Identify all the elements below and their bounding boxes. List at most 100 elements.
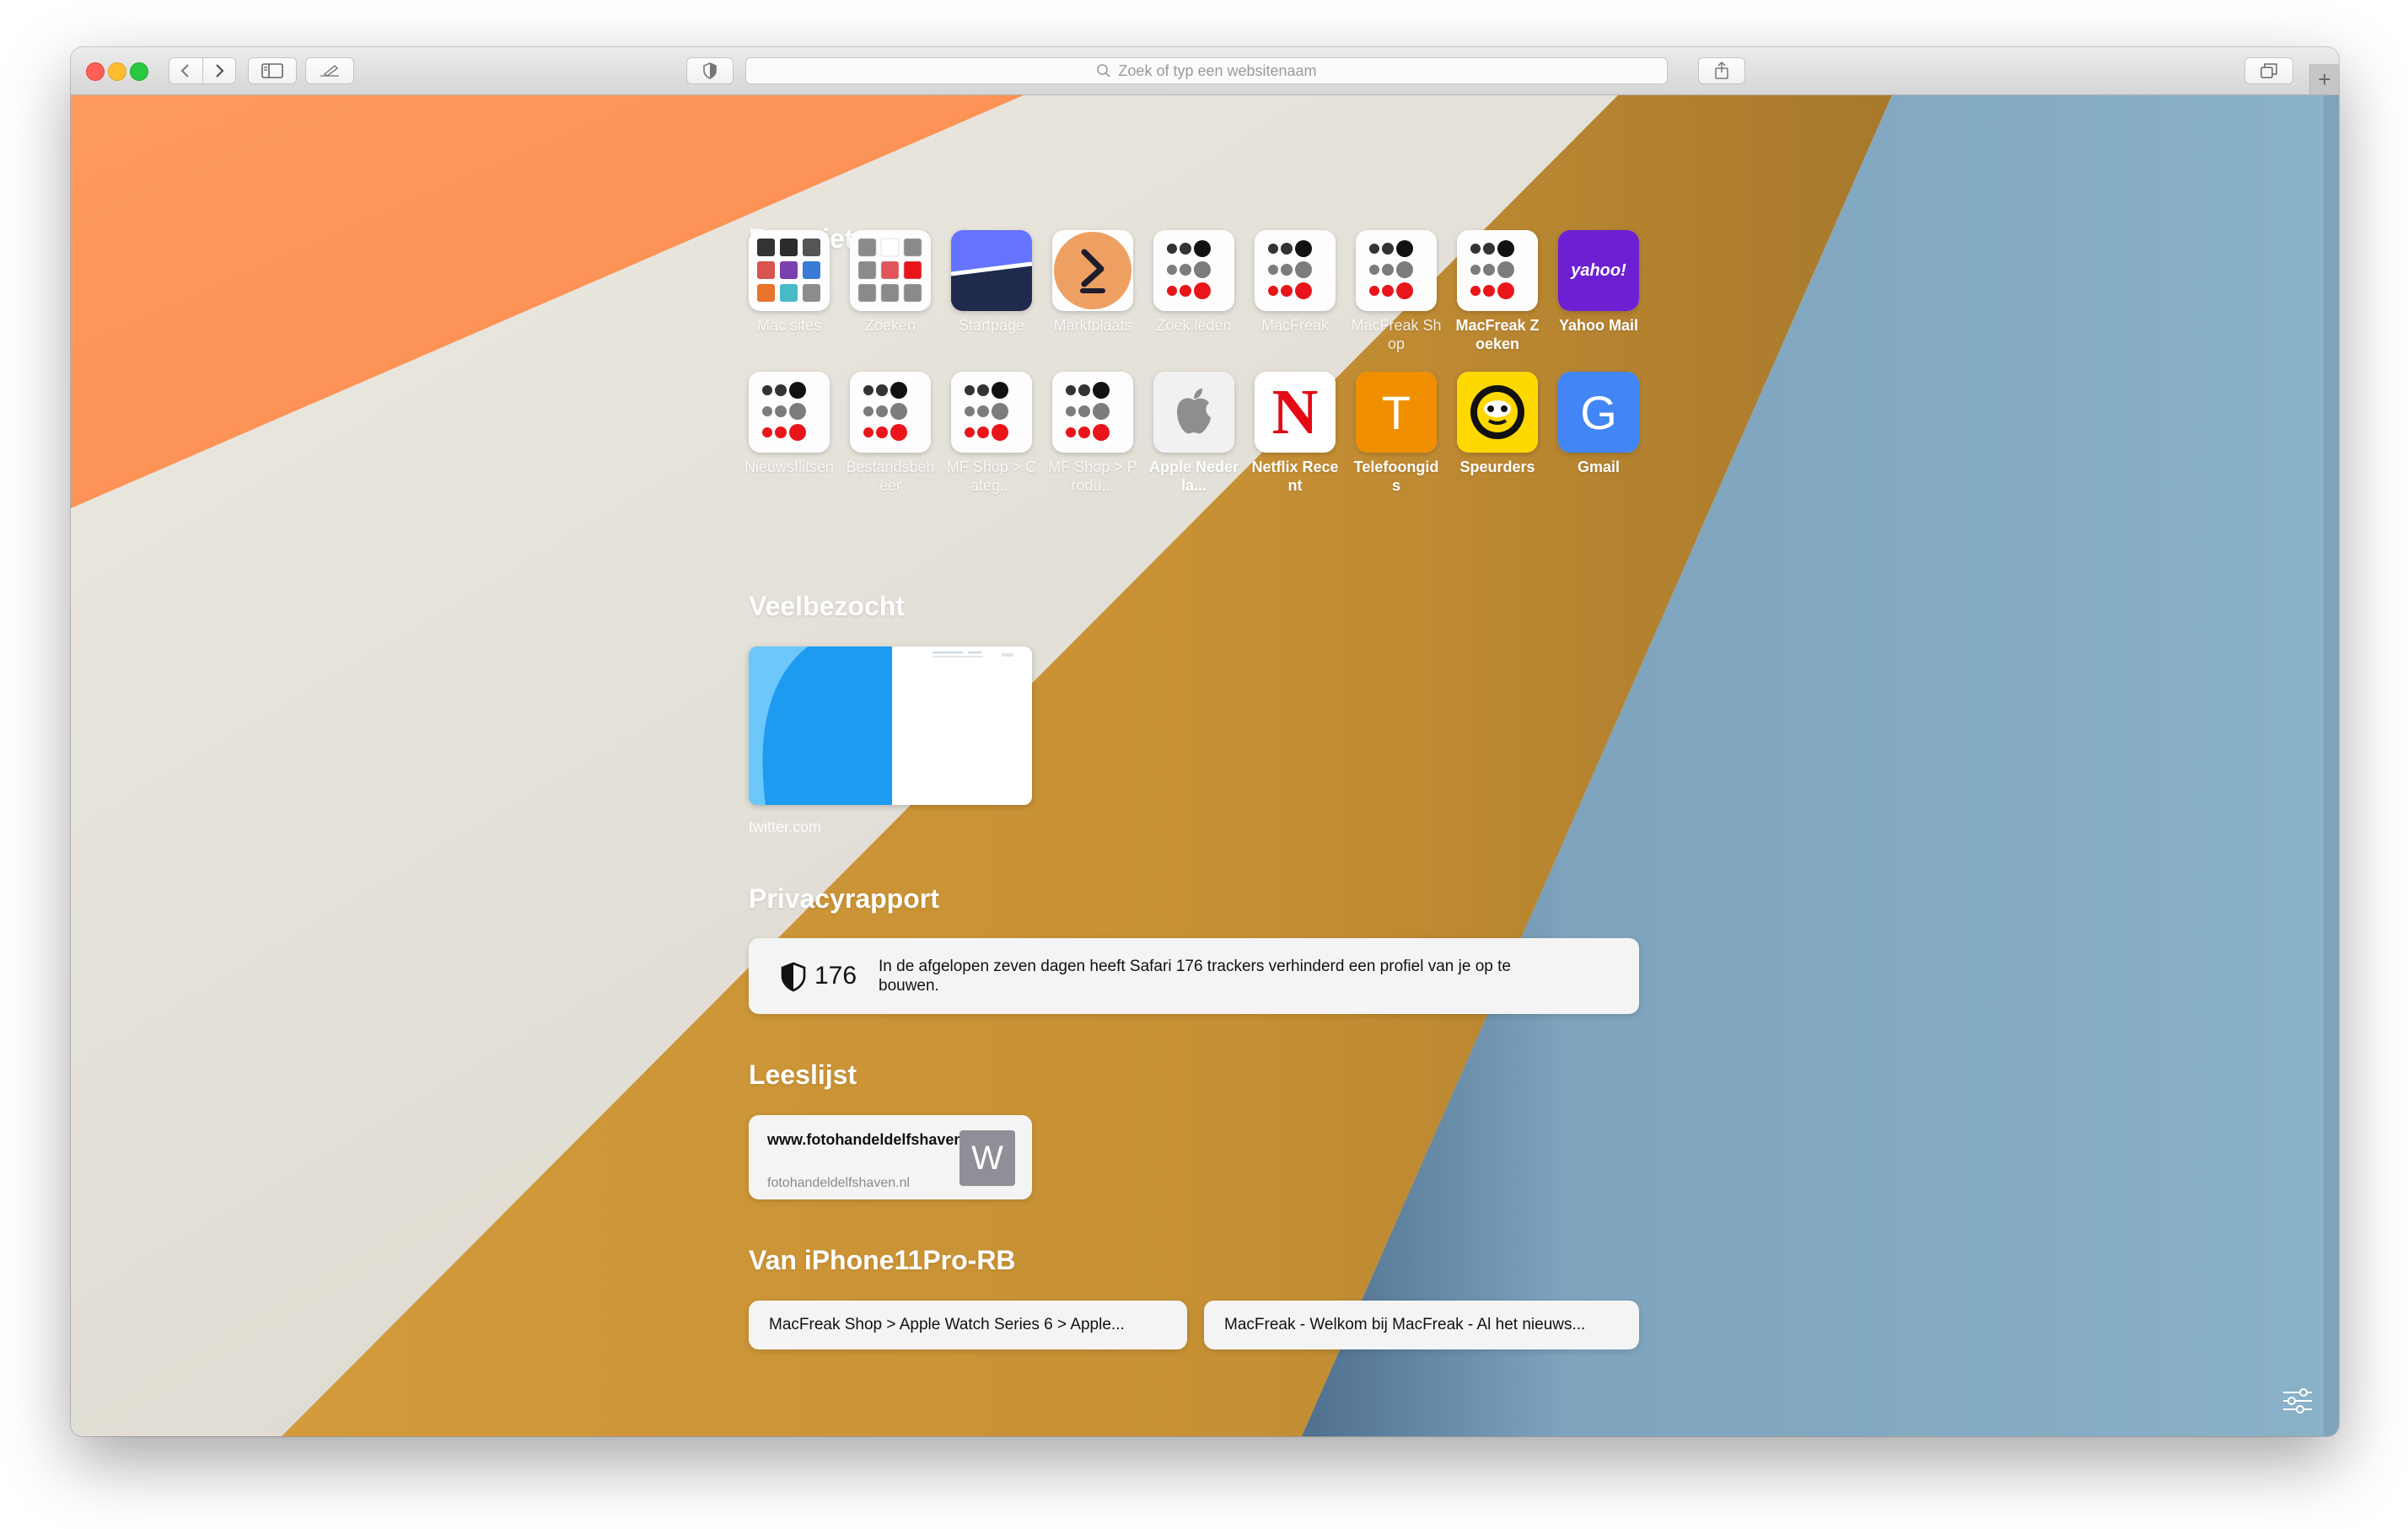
frequent-heading: Veelbezocht [749,591,905,621]
favorite-item[interactable]: Mac sites [743,230,836,335]
share-button[interactable] [1698,57,1745,84]
shield-icon [781,962,806,992]
favorite-label: MacFreak Zoeken [1455,317,1540,352]
customize-settings-icon[interactable] [2282,1387,2314,1414]
favorite-label: Yahoo Mail [1558,317,1639,334]
favorite-label: Netflix Recent [1251,459,1339,494]
tabs-overview-button[interactable] [2244,57,2293,84]
frequent-site-thumbnail[interactable] [749,646,1032,805]
privacy-message: In de afgelopen zeven dagen heeft Safari… [879,958,1511,995]
favorite-item[interactable]: Zoeken [844,230,937,335]
favorite-item[interactable]: MF Shop > Produ... [1046,372,1139,495]
apple-icon [1153,372,1234,453]
close-button[interactable] [86,62,105,81]
reading-list-heading: Leeslijst [749,1060,857,1090]
scrollbar-track[interactable] [2324,95,2339,1436]
reading-item-title: www.fotohandeldelfshaven.nl [767,1131,981,1148]
favorite-item[interactable]: Nieuwsflitsen [743,372,836,476]
privacy-button[interactable] [686,57,734,84]
letter-g-icon: G [1558,372,1639,453]
macfreak-dots-icon [1356,230,1437,311]
favorite-item[interactable]: MacFreak Zoeken [1451,230,1544,353]
favorite-item[interactable]: MacFreak Shop [1350,230,1443,353]
marktplaats-icon [1052,230,1133,311]
favorite-label: MF Shop > Categ... [946,459,1037,494]
favorite-item[interactable]: Speurders [1451,372,1544,476]
sidebar-button[interactable] [248,57,297,84]
device-tab-title: MacFreak Shop > Apple Watch Series 6 > A… [769,1316,1125,1333]
start-page: Favorieten Mac sitesZoekenStartpageMarkt… [71,95,2339,1436]
favorite-item[interactable]: T Telefoongids [1350,372,1443,495]
tabs-icon [2260,63,2277,78]
reading-item-url: fotohandeldelfshaven.nl [767,1176,911,1190]
privacy-report-card[interactable]: 176 In de afgelopen zeven dagen heeft Sa… [749,938,1639,1014]
favorite-item[interactable]: Zoek leden [1148,230,1240,335]
device-tab-title: MacFreak - Welkom bij MacFreak - Al het … [1224,1316,1586,1333]
letter-t-icon: T [1356,372,1437,453]
folder-letters-icon [850,230,931,311]
favorite-item[interactable]: Apple Nederla... [1148,372,1240,495]
reading-list-button[interactable] [305,57,354,84]
back-button[interactable] [169,58,203,83]
yahoo-icon: yahoo! [1558,230,1639,311]
favorite-item[interactable]: MF Shop > Categ... [945,372,1038,495]
frequent-site-caption[interactable]: twitter.com [749,818,821,836]
reading-list-item[interactable]: www.fotohandeldelfshaven.nl fotohandelde… [749,1115,1032,1199]
favorite-label: Zoek leden [1156,317,1232,334]
macfreak-dots-icon [1457,230,1538,311]
favorite-label: MF Shop > Produ... [1048,459,1137,494]
favorite-label: Startpage [958,317,1025,334]
speurders-icon [1457,372,1538,453]
privacy-heading: Privacyrapport [749,883,939,914]
safari-window: Zoek of typ een websitenaam + Mac sites … [71,47,2339,1436]
favorite-label: Marktplaats [1053,317,1132,334]
favorite-label: Gmail [1577,459,1621,475]
share-icon [1715,62,1728,79]
chevron-left-icon [180,64,189,78]
netflix-icon: N [1255,372,1336,453]
macfreak-dots-icon [1153,230,1234,311]
device-tab-item[interactable]: MacFreak Shop > Apple Watch Series 6 > A… [749,1301,1187,1349]
favorite-label: Zoeken [864,317,916,334]
shield-icon [703,62,717,79]
pencil-icon [320,65,339,77]
search-icon [1097,64,1111,78]
folder-grid-icon [749,230,830,311]
startpage-icon [951,230,1032,311]
favorite-item[interactable]: Startpage [945,230,1038,335]
sidebar-icon [261,63,283,78]
address-placeholder: Zoek of typ een websitenaam [1118,62,1317,79]
favorite-label: Speurders [1459,459,1535,475]
twitter-thumbnail-preview [749,646,1032,805]
zoom-button[interactable] [130,62,148,81]
favorite-label: Nieuwsflitsen [744,459,835,475]
chevron-right-icon [216,64,224,78]
favorite-item[interactable]: G Gmail [1552,372,1645,476]
toolbar: Zoek of typ een websitenaam + [71,47,2339,95]
new-tab-button[interactable]: + [2309,64,2339,94]
favorite-item[interactable]: MacFreak [1249,230,1341,335]
favorite-label: Apple Nederla... [1148,459,1239,494]
tracker-count: 176 [814,962,857,990]
navigation-buttons [169,57,236,84]
forward-button[interactable] [203,58,236,83]
address-bar[interactable]: Zoek of typ een websitenaam [745,57,1668,84]
favorite-item[interactable]: yahoo! Yahoo Mail [1552,230,1645,335]
device-tabs-heading: Van iPhone11Pro-RB [749,1245,1016,1275]
favorite-label: MacFreak Shop [1351,317,1442,352]
favorite-label: Telefoongids [1353,459,1439,494]
reading-item-letter-icon: W [959,1130,1015,1186]
favorite-item[interactable]: Marktplaats [1046,230,1139,335]
favorite-label: Mac sites [756,317,822,334]
favorite-label: Bestandsbeheer [846,459,935,494]
device-tab-item[interactable]: MacFreak - Welkom bij MacFreak - Al het … [1204,1301,1639,1349]
favorite-item[interactable]: N Netflix Recent [1249,372,1341,495]
macfreak-dots-icon [749,372,830,453]
macfreak-dots-icon [951,372,1032,453]
favorite-label: MacFreak [1260,317,1329,334]
macfreak-dots-icon [1052,372,1133,453]
macfreak-dots-icon [1255,230,1336,311]
favorite-item[interactable]: Bestandsbeheer [844,372,937,495]
minimize-button[interactable] [108,62,126,81]
plus-icon: + [2318,66,2331,92]
